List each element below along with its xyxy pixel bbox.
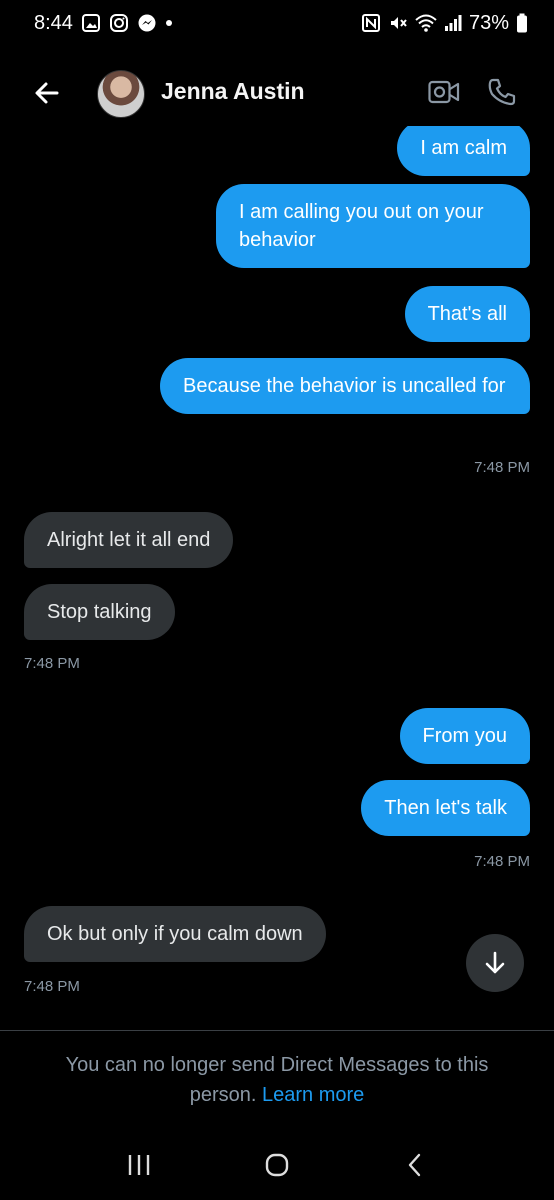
wifi-icon (415, 13, 437, 33)
voice-call-button[interactable] (486, 76, 518, 108)
message-bubble-outgoing[interactable]: Because the behavior is uncalled for (160, 358, 530, 414)
arrow-down-icon (485, 951, 505, 974)
message-bubble-incoming[interactable]: Alright let it all end (24, 512, 234, 568)
back-nav-button[interactable] (385, 1145, 445, 1185)
video-call-button[interactable] (428, 76, 460, 108)
status-bar: 8:44 73% (0, 0, 554, 46)
instagram-notification-icon (109, 13, 129, 33)
status-right: 73% (361, 12, 528, 35)
message-bubble-outgoing[interactable]: I am calm (397, 126, 530, 176)
message-timestamp: 7:48 PM (474, 459, 530, 476)
arrow-left-icon (35, 82, 59, 104)
battery-percent: 73% (468, 11, 509, 34)
recent-apps-button[interactable] (109, 1145, 169, 1185)
scroll-to-bottom-button[interactable] (466, 934, 524, 992)
message-timestamp: 7:48 PM (24, 978, 80, 995)
status-left: 8:44 (34, 12, 173, 35)
nfc-icon (361, 13, 381, 33)
message-timestamp: 7:48 PM (474, 853, 530, 870)
back-button[interactable] (30, 76, 64, 110)
gallery-notification-icon (81, 13, 101, 33)
message-bubble-outgoing[interactable]: From you (399, 708, 530, 764)
contact-avatar[interactable] (97, 70, 145, 118)
composer-divider (0, 1030, 554, 1031)
message-bubble-outgoing[interactable]: I am calling you out on your behavior (216, 184, 530, 268)
message-bubble-incoming[interactable]: Ok but only if you calm down (24, 906, 326, 962)
video-call-icon (428, 80, 460, 104)
recent-apps-icon (128, 1155, 150, 1175)
battery-icon (516, 13, 528, 33)
dm-disabled-notice: You can no longer send Direct Messages t… (40, 1050, 514, 1110)
messenger-notification-icon (137, 13, 157, 33)
message-list[interactable]: I am calm I am calling you out on your b… (0, 126, 554, 1030)
contact-name[interactable]: Jenna Austin (161, 78, 305, 105)
more-notifications-dot-icon (165, 19, 173, 27)
mute-icon (388, 13, 408, 33)
status-time: 8:44 (34, 11, 73, 34)
message-timestamp: 7:48 PM (24, 655, 80, 672)
chevron-left-icon (408, 1153, 421, 1177)
signal-icon (444, 14, 462, 32)
home-icon (265, 1153, 289, 1177)
system-navigation-bar (0, 1130, 554, 1200)
home-button[interactable] (247, 1145, 307, 1185)
message-bubble-outgoing[interactable]: Then let's talk (361, 780, 530, 836)
message-bubble-incoming[interactable]: Stop talking (24, 584, 175, 640)
phone-icon (488, 78, 516, 106)
learn-more-link[interactable]: Learn more (262, 1084, 364, 1106)
conversation-header: Jenna Austin (0, 60, 554, 126)
message-bubble-outgoing[interactable]: That's all (404, 286, 530, 342)
